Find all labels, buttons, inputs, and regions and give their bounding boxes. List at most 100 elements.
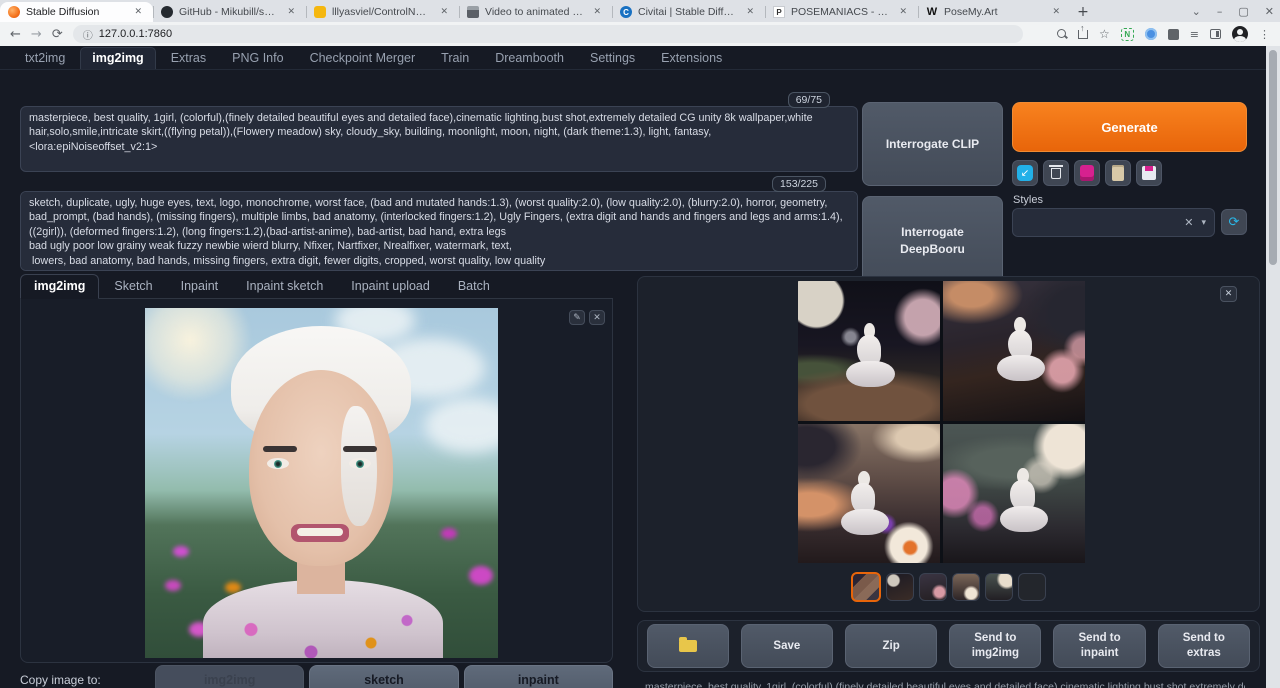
thumbnail-1[interactable] (851, 572, 881, 602)
browser-tab-posemaniacs[interactable]: P POSEMANIACS - Royalty free 3D ✕ (765, 2, 918, 22)
tab-close-icon[interactable]: ✕ (437, 6, 451, 18)
subtab-img2img[interactable]: img2img (20, 274, 99, 299)
thumbnail-3[interactable] (919, 573, 947, 601)
maximize-icon[interactable]: ▢ (1238, 5, 1248, 18)
profile-avatar[interactable] (1232, 26, 1248, 42)
edit-image-icon[interactable]: ✎ (569, 310, 585, 325)
copy-to-sketch-button[interactable]: sketch (309, 665, 458, 688)
copy-to-inpaint-button[interactable]: inpaint (464, 665, 613, 688)
tab-dreambooth[interactable]: Dreambooth (484, 48, 575, 69)
open-folder-button[interactable] (647, 624, 729, 668)
browser-tab-stable-diffusion[interactable]: Stable Diffusion ✕ (0, 2, 153, 22)
generated-image-2[interactable] (943, 281, 1085, 421)
send-to-extras-button[interactable]: Send to extras (1158, 624, 1250, 668)
send-to-inpaint-button[interactable]: Send to inpaint (1053, 624, 1145, 668)
new-tab-button[interactable]: + (1071, 2, 1095, 22)
site-info-icon[interactable]: ⓘ (83, 27, 93, 42)
extension-n-icon[interactable]: N (1121, 28, 1134, 41)
clear-styles-icon[interactable]: ✕ (1184, 216, 1193, 229)
tab-close-icon[interactable]: ✕ (1049, 6, 1063, 18)
refresh-styles-button[interactable]: ⟳ (1221, 209, 1247, 235)
browser-tab-controlnet[interactable]: lllyasviel/ControlNet at main ✕ (306, 2, 459, 22)
back-icon[interactable]: ← (10, 28, 21, 41)
tab-close-icon[interactable]: ✕ (743, 6, 757, 18)
thumbnail-6[interactable] (1018, 573, 1046, 601)
browser-tab-posemyart[interactable]: W PoseMy.Art ✕ (918, 2, 1071, 22)
generated-image-1[interactable] (798, 281, 940, 421)
tab-png-info[interactable]: PNG Info (221, 48, 294, 69)
source-image[interactable] (145, 308, 498, 658)
generated-image-grid[interactable] (798, 281, 1085, 563)
subtab-inpaint-sketch[interactable]: Inpaint sketch (233, 275, 336, 298)
scrollbar-thumb[interactable] (1269, 50, 1277, 265)
browser-tab-civitai[interactable]: C Civitai | Stable Diffusion models ✕ (612, 2, 765, 22)
browser-tab-github[interactable]: GitHub - Mikubill/sd-webui-con ✕ (153, 2, 306, 22)
figure-eye (267, 458, 289, 469)
browser-window: Stable Diffusion ✕ GitHub - Mikubill/sd-… (0, 0, 1280, 688)
browser-tab-gif-converter[interactable]: Video to animated GIF converter ✕ (459, 2, 612, 22)
remove-image-icon[interactable]: ✕ (589, 310, 605, 325)
controlnet-favicon (314, 6, 326, 18)
civitai-favicon: C (620, 6, 632, 18)
generated-image-3[interactable] (798, 424, 940, 564)
interrogate-clip-button[interactable]: Interrogate CLIP (862, 102, 1003, 186)
tab-extras[interactable]: Extras (160, 48, 217, 69)
reload-icon[interactable]: ⟳ (52, 28, 63, 41)
generated-image-4[interactable] (943, 424, 1085, 564)
tab-checkpoint-merger[interactable]: Checkpoint Merger (299, 48, 427, 69)
close-window-icon[interactable]: ✕ (1265, 5, 1274, 18)
page-scrollbar (1266, 46, 1280, 688)
negative-prompt-input[interactable]: sketch, duplicate, ugly, huge eyes, text… (20, 191, 858, 271)
paste-parameters-button[interactable]: ↙ (1012, 160, 1038, 186)
extension-blue-icon[interactable] (1145, 28, 1157, 40)
tab-close-icon[interactable]: ✕ (896, 6, 910, 18)
gallery-thumbnails (638, 573, 1259, 602)
send-to-img2img-button[interactable]: Send to img2img (949, 624, 1041, 668)
subtab-inpaint-upload[interactable]: Inpaint upload (338, 275, 443, 298)
positive-prompt-input[interactable]: masterpiece, best quality, 1girl, (color… (20, 106, 858, 172)
clear-prompt-button[interactable] (1043, 160, 1069, 186)
copy-to-img2img-button: img2img (155, 665, 304, 688)
apply-style-button[interactable] (1105, 160, 1131, 186)
save-button[interactable]: Save (741, 624, 833, 668)
close-gallery-icon[interactable]: ✕ (1220, 286, 1237, 302)
tab-train[interactable]: Train (430, 48, 480, 69)
tab-settings[interactable]: Settings (579, 48, 646, 69)
thumbnail-2[interactable] (886, 573, 914, 601)
positive-token-counter: 69/75 (788, 92, 830, 108)
source-image-dropzone[interactable]: ✎ ✕ (20, 299, 613, 663)
side-panel-icon[interactable] (1210, 29, 1221, 39)
tab-search-icon[interactable]: ⌄ (1192, 5, 1201, 18)
thumbnail-4[interactable] (952, 573, 980, 601)
tab-close-icon[interactable]: ✕ (131, 6, 145, 18)
save-style-button[interactable] (1136, 160, 1162, 186)
trash-icon (1051, 168, 1061, 179)
tab-txt2img[interactable]: txt2img (14, 48, 76, 69)
tab-close-icon[interactable]: ✕ (590, 6, 604, 18)
extra-networks-button[interactable] (1074, 160, 1100, 186)
subtab-batch[interactable]: Batch (445, 275, 503, 298)
styles-dropdown[interactable]: ✕ ▾ (1012, 208, 1215, 237)
chevron-down-icon[interactable]: ▾ (1201, 218, 1206, 228)
zip-button[interactable]: Zip (845, 624, 937, 668)
browser-menu-icon[interactable]: ⋮ (1259, 28, 1270, 41)
tab-extensions[interactable]: Extensions (650, 48, 733, 69)
reading-list-icon[interactable]: ≡ (1190, 28, 1199, 41)
subtab-inpaint[interactable]: Inpaint (168, 275, 232, 298)
subtab-sketch[interactable]: Sketch (101, 275, 165, 298)
bookmark-star-icon[interactable]: ☆ (1099, 27, 1110, 41)
tab-close-icon[interactable]: ✕ (284, 6, 298, 18)
tab-img2img[interactable]: img2img (80, 47, 155, 69)
figure (841, 471, 889, 544)
thumbnail-5[interactable] (985, 573, 1013, 601)
minimize-icon[interactable]: – (1217, 5, 1223, 18)
tab-title: lllyasviel/ControlNet at main (332, 6, 431, 18)
zoom-icon[interactable] (1057, 29, 1067, 39)
generate-button[interactable]: Generate (1012, 102, 1247, 152)
share-icon[interactable] (1078, 30, 1088, 39)
forward-icon[interactable]: → (31, 28, 42, 41)
extensions-puzzle-icon[interactable] (1168, 29, 1179, 40)
arrow-down-left-icon: ↙ (1017, 165, 1033, 181)
interrogate-deepbooru-button[interactable]: Interrogate DeepBooru (862, 196, 1003, 286)
address-bar[interactable]: ⓘ 127.0.0.1:7860 (73, 25, 1023, 43)
